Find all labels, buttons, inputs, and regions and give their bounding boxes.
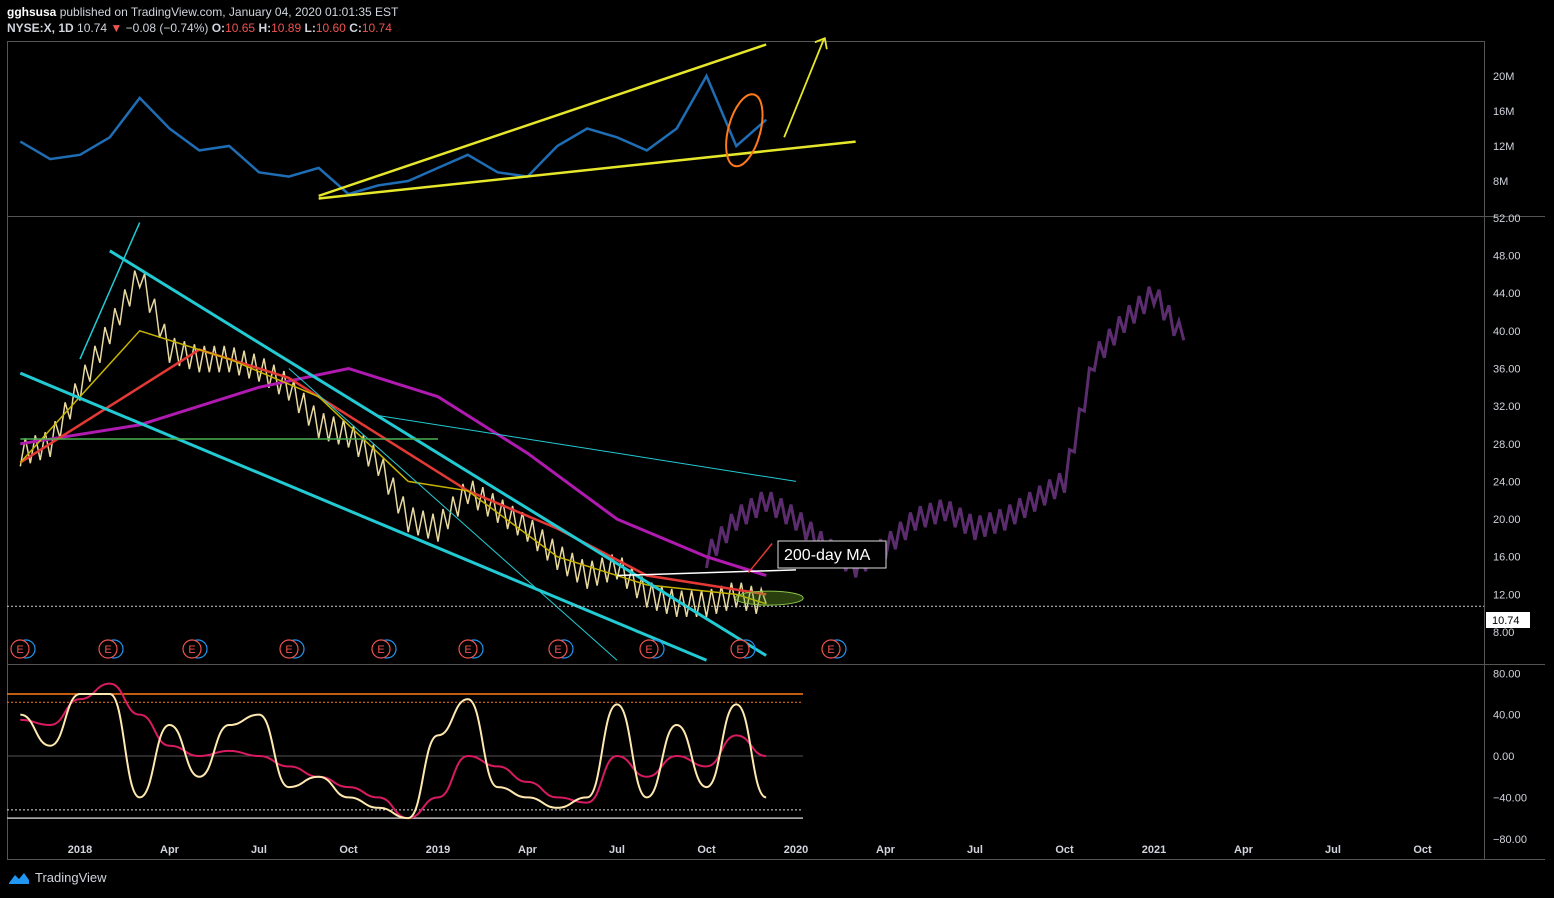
low-value: 10.60 [315,21,346,35]
price-y-tick: 20.00 [1493,514,1521,526]
close-label: C: [349,21,362,35]
volume-y-tick: 16M [1493,106,1514,118]
low-label: L: [304,21,316,35]
x-axis-tick: Oct [1413,844,1432,856]
symbol-label[interactable]: NYSE:X, 1D [7,21,74,35]
x-axis-tick: Jul [251,844,267,856]
footer[interactable]: TradingView [8,870,107,885]
last-price-label: 10.74 [1486,612,1530,628]
change-arrow-icon: ▼ [110,21,123,35]
x-axis-tick: Apr [518,844,538,856]
price-y-tick: 28.00 [1493,439,1521,451]
price-y-tick: 16.00 [1493,552,1521,564]
last-value: 10.74 [77,21,108,35]
osc-y-tick: −40.00 [1493,792,1527,804]
high-value: 10.89 [271,21,302,35]
earnings-marker-label: E [285,644,292,656]
earnings-marker-label: E [554,644,561,656]
earnings-marker-label: E [16,644,23,656]
osc-y-tick: 0.00 [1493,751,1514,763]
x-axis-tick: Oct [697,844,716,856]
osc-y-tick: −80.00 [1493,834,1527,846]
price-y-tick: 32.00 [1493,401,1521,413]
earnings-marker-label: E [827,644,834,656]
price-y-tick: 36.00 [1493,363,1521,375]
x-axis-tick: 2021 [1142,844,1166,856]
volume-y-tick: 12M [1493,141,1514,153]
x-axis-tick: 2018 [68,844,92,856]
osc-y-tick: 80.00 [1493,668,1521,680]
x-axis-tick: Oct [1055,844,1074,856]
header: gghsusa published on TradingView.com, Ja… [7,4,398,36]
price-y-tick: 40.00 [1493,326,1521,338]
osc-y-tick: 40.00 [1493,710,1521,722]
x-axis-tick: Oct [339,844,358,856]
high-label: H: [258,21,272,35]
price-y-tick: 48.00 [1493,251,1521,263]
x-axis-tick: Jul [609,844,625,856]
earnings-marker-label: E [464,644,471,656]
price-y-tick: 8.00 [1493,627,1514,639]
open-value: 10.65 [225,21,256,35]
price-y-tick: 24.00 [1493,476,1521,488]
earnings-marker-label: E [645,644,652,656]
price-y-tick: 12.00 [1493,589,1521,601]
x-axis-tick: Apr [1234,844,1254,856]
x-axis-tick: Apr [160,844,180,856]
last-price-text: 10.74 [1492,615,1520,627]
earnings-marker-label: E [377,644,384,656]
x-axis-tick: Jul [967,844,983,856]
publisher-name[interactable]: gghsusa [7,5,56,19]
volume-y-tick: 20M [1493,71,1514,83]
earnings-marker-label: E [736,644,743,656]
x-axis-tick: Jul [1325,844,1341,856]
x-axis-tick: 2019 [426,844,450,856]
close-value: 10.74 [361,21,392,35]
price-highlight-ellipse [734,590,804,606]
x-axis-tick: Apr [876,844,896,856]
earnings-marker-label: E [104,644,111,656]
annotation-200-day-ma[interactable]: 200-day MA [777,540,887,569]
volume-y-tick: 8M [1493,176,1508,188]
footer-brand: TradingView [35,870,107,885]
published-text: published on TradingView.com, January 04… [59,5,399,19]
price-y-tick: 52.00 [1493,213,1521,225]
chart-canvas: 20M 16M 12M 8M 52.00 48.00 44.00 40.00 36.00 32.0… [0,0,1554,898]
annotation-text: 200-day MA [784,547,871,564]
tradingview-logo-icon [9,872,29,884]
x-axis-tick: 2020 [784,844,808,856]
change-value: −0.08 (−0.74%) [125,21,209,35]
open-label: O: [211,21,226,35]
earnings-marker-label: E [188,644,195,656]
price-y-tick: 44.00 [1493,288,1521,300]
